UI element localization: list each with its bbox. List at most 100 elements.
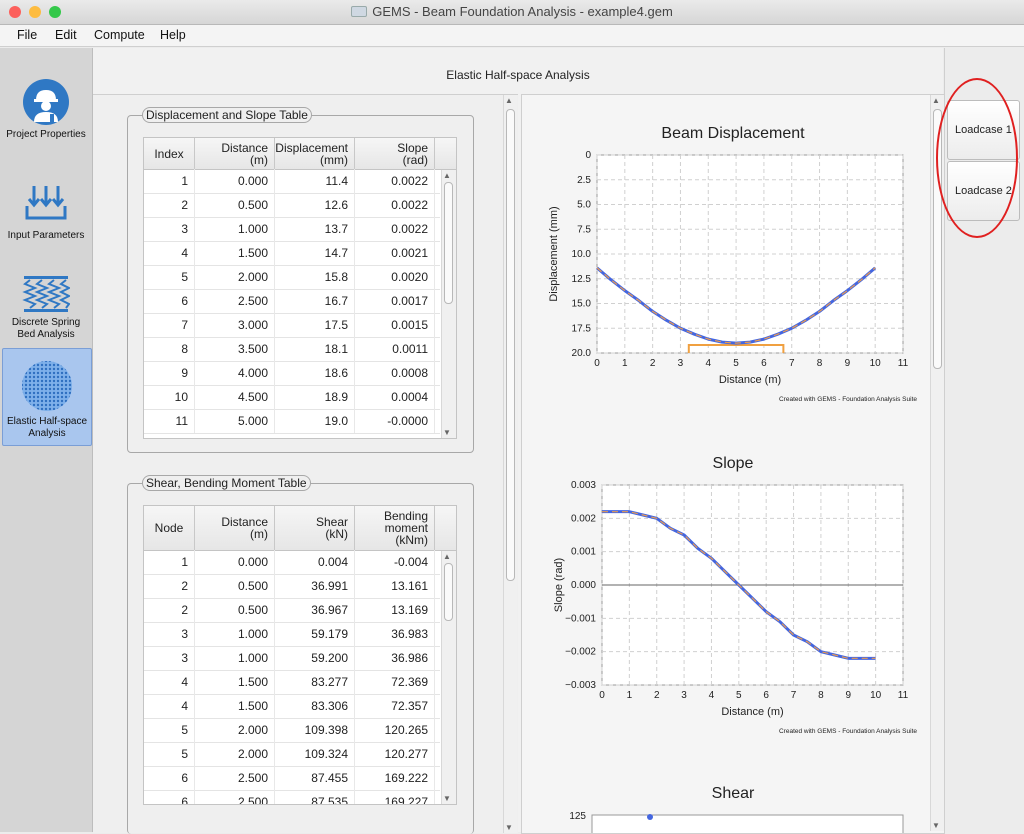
column-header-index[interactable]: Index	[144, 138, 195, 169]
table-row[interactable]: 3 1.000 59.200 36.986	[144, 646, 440, 671]
table-cell: 1	[144, 169, 195, 193]
chart-title-slope: Slope	[712, 455, 754, 472]
table-row[interactable]: 6 2.500 16.7 0.0017	[144, 289, 440, 314]
table-cell: 2.500	[195, 766, 275, 790]
tables-pane-scrollbar[interactable]: ▲ ▼	[503, 95, 517, 833]
menu-help[interactable]: Help	[160, 28, 186, 42]
table-cell: 0.0011	[355, 337, 435, 361]
x-tick-label: 5	[733, 358, 739, 369]
table-cell: 3.500	[195, 337, 275, 361]
charts-pane-scrollbar[interactable]: ▲ ▼	[930, 95, 944, 831]
table-cell: 120.265	[355, 718, 435, 742]
table-cell: 8	[144, 337, 195, 361]
sidebar-item-elastic-half-space[interactable]: Elastic Half-space Analysis	[2, 348, 92, 446]
y-tick-label: 2.5	[577, 175, 591, 186]
table-cell: 19.0	[275, 409, 355, 433]
table-cell: 1.500	[195, 670, 275, 694]
scrollbar-thumb[interactable]	[444, 563, 453, 621]
y-tick-label: 20.0	[572, 348, 592, 359]
scrollbar-thumb[interactable]	[506, 109, 515, 581]
table-row[interactable]: 6 2.500 87.535 169.227	[144, 790, 440, 804]
x-tick-label: 8	[817, 358, 823, 369]
table-row[interactable]: 6 2.500 87.455 169.222	[144, 766, 440, 791]
scrollbar-thumb[interactable]	[444, 182, 453, 304]
table-row[interactable]: 5 2.000 109.324 120.277	[144, 742, 440, 767]
table-row[interactable]: 1 0.000 0.004 -0.004	[144, 550, 440, 575]
table-cell: 0.0022	[355, 193, 435, 217]
data-marker	[647, 814, 653, 820]
table-row[interactable]: 2 0.500 36.967 13.169	[144, 598, 440, 623]
table-cell: 11	[144, 409, 195, 433]
sidebar-item-input-parameters[interactable]: Input Parameters	[2, 184, 90, 244]
table-scrollbar[interactable]: ▲ ▼	[441, 170, 456, 438]
table-cell: 1.000	[195, 622, 275, 646]
table-cell: 5	[144, 718, 195, 742]
menu-file[interactable]: File	[17, 28, 37, 42]
table-cell: 13.161	[355, 574, 435, 598]
table-cell: 2.000	[195, 265, 275, 289]
table-scrollbar[interactable]: ▲ ▼	[441, 551, 456, 804]
column-header-distance[interactable]: Distance (m)	[195, 138, 275, 169]
table-row[interactable]: 2 0.500 12.6 0.0022	[144, 193, 440, 218]
table-cell: 6	[144, 766, 195, 790]
y-tick-label: 0.001	[571, 547, 596, 558]
sidebar-item-label-line1: Elastic Half-space	[6, 416, 88, 427]
table-cell: 11.4	[275, 169, 355, 193]
table-cell: 3	[144, 217, 195, 241]
table-cell: 169.227	[355, 790, 435, 804]
sidebar-item-label: Project Properties	[6, 129, 86, 140]
table-row[interactable]: 11 5.000 19.0 -0.0000	[144, 409, 440, 434]
table-row[interactable]: 4 1.500 83.306 72.357	[144, 694, 440, 719]
table-row[interactable]: 7 3.000 17.5 0.0015	[144, 313, 440, 338]
plot-area	[591, 814, 904, 833]
table-row[interactable]: 9 4.000 18.6 0.0008	[144, 361, 440, 386]
table-row[interactable]: 5 2.000 109.398 120.265	[144, 718, 440, 743]
table-row[interactable]: 10 4.500 18.9 0.0004	[144, 385, 440, 410]
table-cell: 5	[144, 265, 195, 289]
table-cell: 10	[144, 385, 195, 409]
table-cell: 83.306	[275, 694, 355, 718]
table-cell: 7	[144, 313, 195, 337]
menu-edit[interactable]: Edit	[55, 28, 77, 42]
column-header-shear[interactable]: Shear (kN)	[275, 506, 355, 550]
y-tick-label: 17.5	[572, 323, 592, 334]
table-row[interactable]: 1 0.000 11.4 0.0022	[144, 169, 440, 194]
table-cell: -0.0000	[355, 409, 435, 433]
table-cell: 4.000	[195, 361, 275, 385]
table-row[interactable]: 4 1.500 14.7 0.0021	[144, 241, 440, 266]
table-row[interactable]: 2 0.500 36.991 13.161	[144, 574, 440, 599]
table-row[interactable]: 5 2.000 15.8 0.0020	[144, 265, 440, 290]
y-axis-label: Displacement (mm)	[548, 206, 560, 301]
table-cell: 3	[144, 622, 195, 646]
table-cell: 2.000	[195, 742, 275, 766]
annotation-ellipse	[936, 78, 1018, 238]
sidebar-item-project-properties[interactable]: Project Properties	[2, 78, 90, 146]
table-cell: 0.0022	[355, 169, 435, 193]
x-tick-label: 4	[705, 358, 711, 369]
x-tick-label: 0	[599, 690, 605, 701]
column-header-distance[interactable]: Distance (m)	[195, 506, 275, 550]
table-row[interactable]: 4 1.500 83.277 72.369	[144, 670, 440, 695]
table-cell: 0.500	[195, 574, 275, 598]
y-tick-label: 0.003	[571, 480, 596, 491]
table-cell: 4	[144, 670, 195, 694]
column-header-bending-moment[interactable]: Bending moment (kNm)	[355, 506, 435, 550]
table-row[interactable]: 3 1.000 59.179 36.983	[144, 622, 440, 647]
chart-credit: Created with GEMS - Foundation Analysis …	[779, 396, 917, 403]
column-header-displacement[interactable]: Displacement (mm)	[275, 138, 355, 169]
menu-compute[interactable]: Compute	[94, 28, 145, 42]
x-tick-label: 11	[898, 358, 909, 369]
column-header-slope[interactable]: Slope (rad)	[355, 138, 435, 169]
table-row[interactable]: 3 1.000 13.7 0.0022	[144, 217, 440, 242]
table-cell: 2.500	[195, 289, 275, 313]
table-cell: 87.535	[275, 790, 355, 804]
column-header-node[interactable]: Node	[144, 506, 195, 550]
load-arrows-icon	[25, 186, 67, 220]
table-row[interactable]: 8 3.500 18.1 0.0011	[144, 337, 440, 362]
halfspace-icon	[22, 361, 72, 411]
chart-credit: Created with GEMS - Foundation Analysis …	[779, 728, 917, 735]
springs-icon	[22, 276, 70, 312]
y-tick-label: 125	[569, 811, 586, 822]
sidebar-item-discrete-spring-bed[interactable]: Discrete Spring Bed Analysis	[2, 274, 90, 344]
x-tick-label: 0	[594, 358, 600, 369]
